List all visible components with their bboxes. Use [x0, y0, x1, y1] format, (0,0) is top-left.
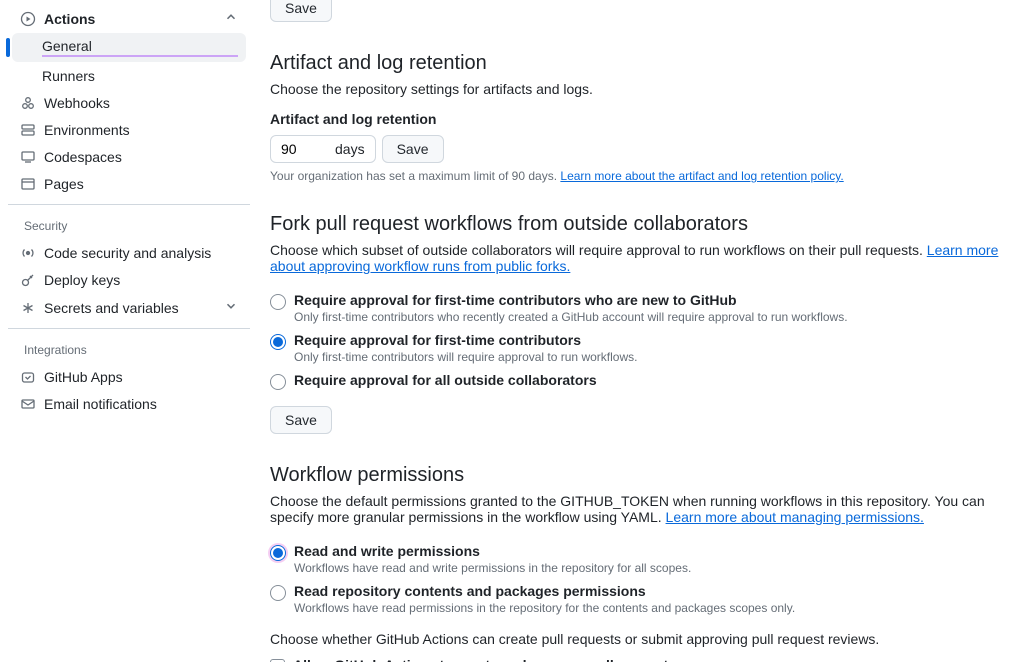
sidebar-label-codespaces: Codespaces [44, 149, 238, 165]
webhook-icon [20, 95, 36, 111]
radio-icon[interactable] [270, 294, 286, 310]
fork-opt1-desc: Only first-time contributors who recentl… [294, 310, 848, 324]
sidebar-label-pages: Pages [44, 176, 238, 192]
sidebar-label-deploy-keys: Deploy keys [44, 272, 238, 288]
fork-opt2-label: Require approval for first-time contribu… [294, 332, 637, 348]
workflow-pr-desc: Choose whether GitHub Actions can create… [270, 631, 1004, 647]
retention-note: Your organization has set a maximum limi… [270, 169, 1004, 183]
play-icon [20, 11, 36, 27]
workflow-option-read-only[interactable]: Read repository contents and packages pe… [270, 579, 1004, 619]
retention-days-input[interactable] [281, 141, 307, 157]
fork-opt1-label: Require approval for first-time contribu… [294, 292, 848, 308]
radio-icon[interactable] [270, 334, 286, 350]
sidebar-label-actions: Actions [44, 11, 224, 27]
radio-icon[interactable] [270, 585, 286, 601]
workflow-pr-checkbox[interactable]: Allow GitHub Actions to create and appro… [270, 653, 1004, 662]
chevron-up-icon [224, 10, 238, 27]
sidebar-label-runners: Runners [42, 68, 238, 84]
artifact-heading: Artifact and log retention [270, 52, 1004, 75]
sidebar-item-code-security[interactable]: Code security and analysis [12, 240, 246, 266]
mail-icon [20, 396, 36, 412]
retention-unit: days [335, 141, 365, 157]
sidebar-item-github-apps[interactable]: GitHub Apps [12, 364, 246, 390]
key-icon [20, 272, 36, 288]
sidebar-header-security: Security [8, 211, 250, 239]
workflow-opt2-label: Read repository contents and packages pe… [294, 583, 795, 599]
workflow-opt1-desc: Workflows have read and write permission… [294, 561, 691, 575]
radio-icon[interactable] [270, 545, 286, 561]
fork-option-new-to-github[interactable]: Require approval for first-time contribu… [270, 288, 1004, 328]
server-icon [20, 122, 36, 138]
fork-opt2-desc: Only first-time contributors will requir… [294, 350, 637, 364]
artifact-section: Artifact and log retention Choose the re… [270, 52, 1004, 183]
workflow-learn-more-link[interactable]: Learn more about managing permissions. [666, 509, 924, 525]
retention-learn-more-link[interactable]: Learn more about the artifact and log re… [560, 169, 843, 183]
sidebar-item-environments[interactable]: Environments [12, 117, 246, 143]
workflow-opt1-label: Read and write permissions [294, 543, 691, 559]
retention-input-wrapper: days [270, 135, 376, 163]
fork-option-first-time[interactable]: Require approval for first-time contribu… [270, 328, 1004, 368]
artifact-subhead: Artifact and log retention [270, 111, 1004, 127]
chevron-down-icon [224, 299, 238, 316]
artifact-desc: Choose the repository settings for artif… [270, 81, 1004, 97]
workflow-opt2-desc: Workflows have read permissions in the r… [294, 601, 795, 615]
retention-save-button[interactable]: Save [382, 135, 444, 163]
sidebar-label-environments: Environments [44, 122, 238, 138]
settings-main: Save Artifact and log retention Choose t… [250, 0, 1024, 662]
fork-option-all-outside[interactable]: Require approval for all outside collabo… [270, 368, 1004, 394]
sidebar-item-email-notifications[interactable]: Email notifications [12, 391, 246, 417]
fork-opt3-label: Require approval for all outside collabo… [294, 372, 597, 388]
sidebar-label-secrets: Secrets and variables [44, 300, 224, 316]
sidebar-item-runners[interactable]: Runners [12, 63, 246, 89]
sidebar-item-webhooks[interactable]: Webhooks [12, 90, 246, 116]
sidebar-item-pages[interactable]: Pages [12, 171, 246, 197]
browser-icon [20, 176, 36, 192]
settings-sidebar: Actions General Runners Webhooks [0, 0, 250, 662]
sidebar-item-codespaces[interactable]: Codespaces [12, 144, 246, 170]
fork-heading: Fork pull request workflows from outside… [270, 213, 1004, 236]
fork-desc: Choose which subset of outside collabora… [270, 242, 1004, 274]
sidebar-label-github-apps: GitHub Apps [44, 369, 238, 385]
sidebar-item-actions[interactable]: Actions [12, 5, 246, 32]
fork-save-button[interactable]: Save [270, 406, 332, 434]
broadcast-icon [20, 245, 36, 261]
codespaces-icon [20, 149, 36, 165]
sidebar-label-webhooks: Webhooks [44, 95, 238, 111]
key-asterisk-icon [20, 300, 36, 316]
sidebar-label-email-notifications: Email notifications [44, 396, 238, 412]
sidebar-header-integrations: Integrations [8, 335, 250, 363]
save-button-top[interactable]: Save [270, 0, 332, 22]
workflow-option-read-write[interactable]: Read and write permissions Workflows hav… [270, 539, 1004, 579]
sidebar-label-code-security: Code security and analysis [44, 245, 238, 261]
fork-section: Fork pull request workflows from outside… [270, 213, 1004, 434]
workflow-heading: Workflow permissions [270, 464, 1004, 487]
sidebar-label-general: General [42, 38, 238, 57]
hubot-icon [20, 369, 36, 385]
sidebar-item-secrets[interactable]: Secrets and variables [12, 294, 246, 321]
workflow-section: Workflow permissions Choose the default … [270, 464, 1004, 662]
workflow-pr-label: Allow GitHub Actions to create and appro… [293, 657, 676, 662]
radio-icon[interactable] [270, 374, 286, 390]
sidebar-item-general[interactable]: General [12, 33, 246, 62]
sidebar-item-deploy-keys[interactable]: Deploy keys [12, 267, 246, 293]
workflow-desc: Choose the default permissions granted t… [270, 493, 1004, 525]
